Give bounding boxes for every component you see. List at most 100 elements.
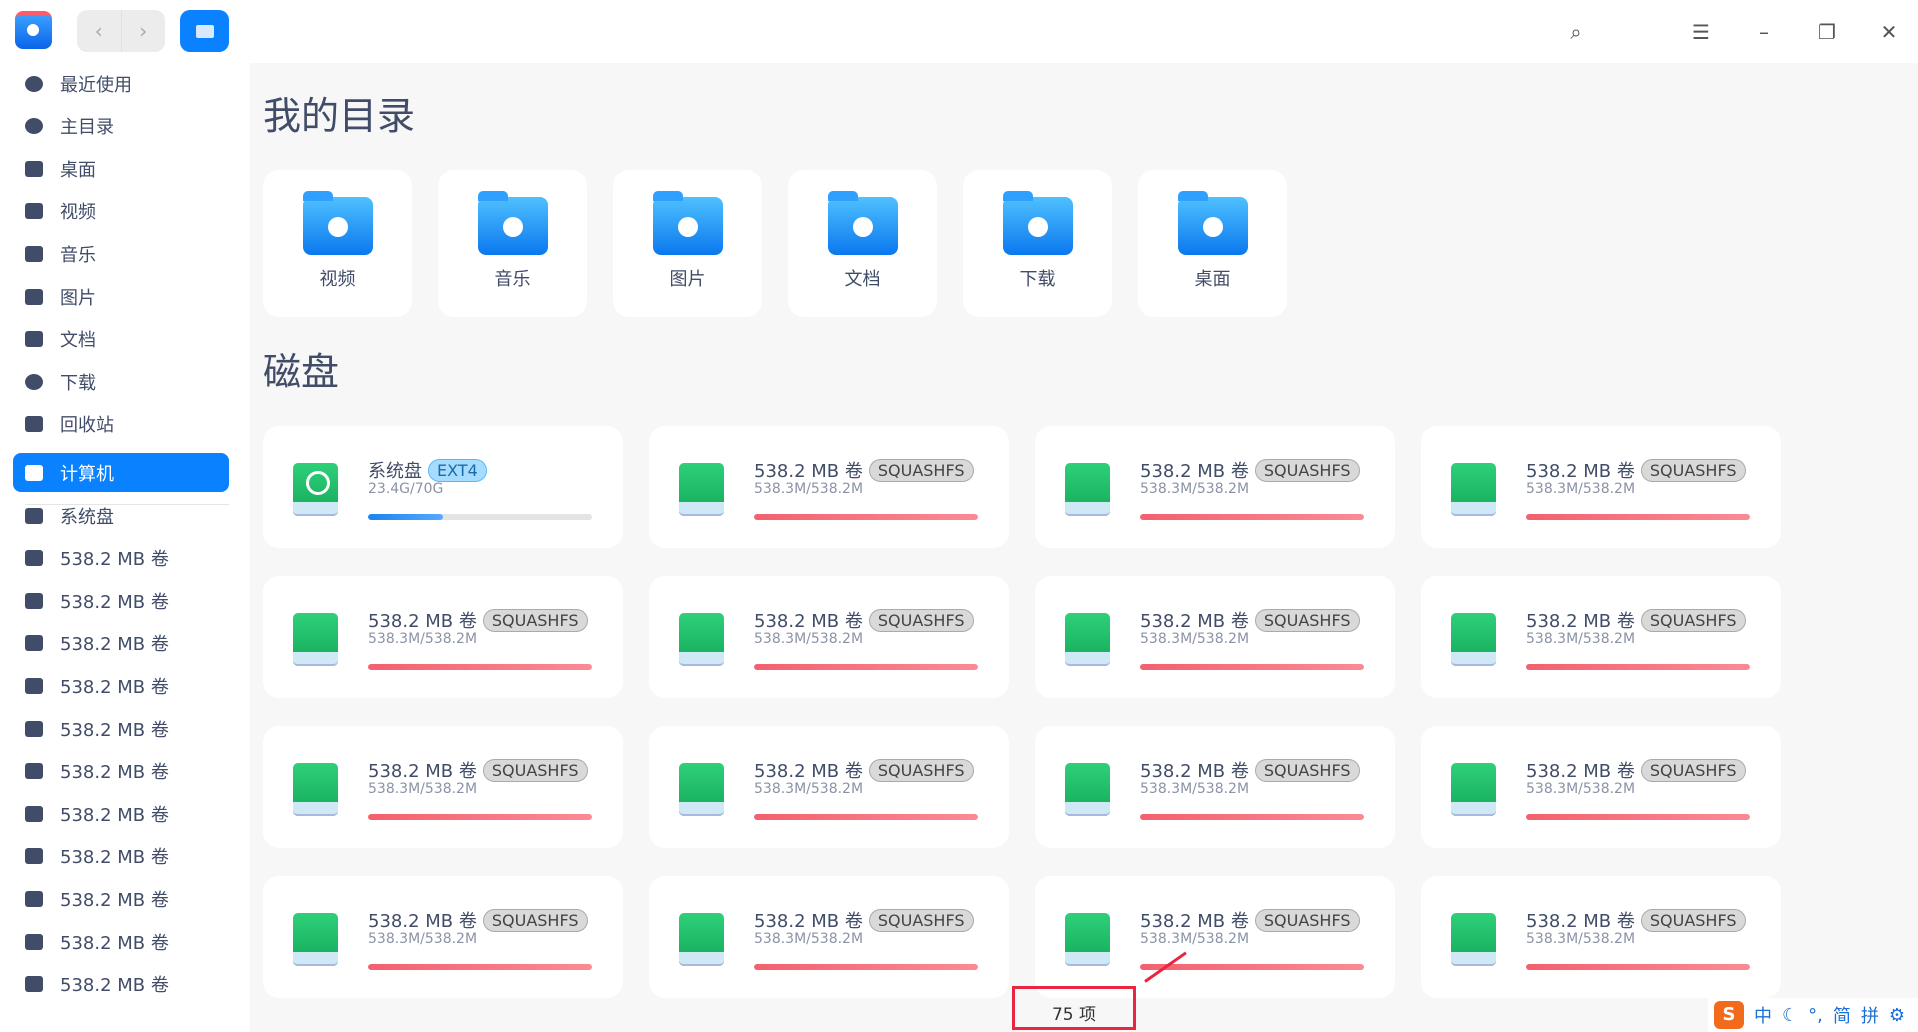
ime-item[interactable]: 简 <box>1833 1002 1851 1028</box>
disk-name: 系统盘 <box>368 461 422 482</box>
system-disk-icon <box>293 463 338 516</box>
disk-name: 538.2 MB 卷 <box>754 911 863 932</box>
disk-card[interactable]: 538.2 MB 卷 SQUASHFS 538.3M/538.2M <box>1421 726 1781 848</box>
sidebar-item[interactable]: 538.2 MB 卷 <box>13 666 229 705</box>
sidebar-item[interactable]: 主目录 <box>13 107 229 146</box>
sidebar-item[interactable]: 538.2 MB 卷 <box>13 581 229 620</box>
sidebar-item[interactable]: 回收站 <box>13 405 229 444</box>
sidebar-item[interactable]: 计算机 <box>13 453 229 492</box>
disk-icon <box>293 913 338 966</box>
disk-name: 538.2 MB 卷 <box>1140 911 1249 932</box>
disk-card[interactable]: 538.2 MB 卷 SQUASHFS 538.3M/538.2M <box>263 576 623 698</box>
ime-item[interactable]: 拼 <box>1861 1002 1879 1028</box>
disk-card[interactable]: 538.2 MB 卷 SQUASHFS 538.3M/538.2M <box>649 876 1009 998</box>
search-icon[interactable]: ⌕ <box>1558 14 1594 50</box>
sogou-logo-icon: S <box>1714 1001 1744 1029</box>
sidebar-item[interactable]: 538.2 MB 卷 <box>13 752 229 791</box>
sidebar-item[interactable]: 系统盘 <box>13 496 229 535</box>
sidebar-item[interactable]: 音乐 <box>13 234 229 273</box>
disk-icon <box>679 463 724 516</box>
disk-usage: 538.3M/538.2M <box>1526 481 1636 497</box>
filesystem-badge: SQUASHFS <box>482 758 588 782</box>
ime-item[interactable]: ⚙ <box>1889 1005 1905 1026</box>
disk-card[interactable]: 538.2 MB 卷 SQUASHFS 538.3M/538.2M <box>1035 726 1395 848</box>
disk-usage: 538.3M/538.2M <box>754 931 864 947</box>
folder-card[interactable]: 桌面 <box>1138 170 1287 317</box>
disk-card[interactable]: 538.2 MB 卷 SQUASHFS 538.3M/538.2M <box>649 426 1009 548</box>
folder-icon <box>303 191 373 255</box>
trash-icon <box>25 416 43 433</box>
filesystem-badge: SQUASHFS <box>1254 458 1360 482</box>
sidebar-item[interactable]: 下载 <box>13 362 229 401</box>
disk-card[interactable]: 538.2 MB 卷 SQUASHFS 538.3M/538.2M <box>1035 426 1395 548</box>
disk-name: 538.2 MB 卷 <box>368 911 477 932</box>
disk-card[interactable]: 538.2 MB 卷 SQUASHFS 538.3M/538.2M <box>1421 576 1781 698</box>
disk-usage: 538.3M/538.2M <box>1526 931 1636 947</box>
video-icon <box>25 203 43 220</box>
usage-bar <box>368 814 592 820</box>
disk-name-row: 538.2 MB 卷 SQUASHFS <box>368 907 588 933</box>
menu-icon[interactable]: ☰ <box>1683 14 1719 50</box>
disk-icon <box>293 763 338 816</box>
folder-card[interactable]: 图片 <box>613 170 762 317</box>
folder-card[interactable]: 下载 <box>963 170 1112 317</box>
folder-card[interactable]: 音乐 <box>438 170 587 317</box>
disk-card[interactable]: 538.2 MB 卷 SQUASHFS 538.3M/538.2M <box>263 726 623 848</box>
sidebar-item[interactable]: 文档 <box>13 320 229 359</box>
close-icon[interactable]: ✕ <box>1871 14 1907 50</box>
disk-name: 538.2 MB 卷 <box>754 761 863 782</box>
disk-card[interactable]: 538.2 MB 卷 SQUASHFS 538.3M/538.2M <box>1421 426 1781 548</box>
sidebar-item-label: 538.2 MB 卷 <box>60 889 169 911</box>
sidebar-item[interactable]: 538.2 MB 卷 <box>13 922 229 961</box>
sidebar-item[interactable]: 538.2 MB 卷 <box>13 965 229 1004</box>
disk-card[interactable]: 538.2 MB 卷 SQUASHFS 538.3M/538.2M <box>649 726 1009 848</box>
minimize-icon[interactable]: – <box>1746 14 1782 50</box>
ime-item[interactable]: °, <box>1808 1005 1823 1026</box>
usage-bar <box>1140 964 1364 970</box>
usage-bar <box>1526 964 1750 970</box>
disk-name: 538.2 MB 卷 <box>1526 911 1635 932</box>
download-icon <box>25 373 43 390</box>
disk-card[interactable]: 538.2 MB 卷 SQUASHFS 538.3M/538.2M <box>263 876 623 998</box>
sidebar-item[interactable]: 538.2 MB 卷 <box>13 794 229 833</box>
clock-icon <box>25 75 43 92</box>
ime-item[interactable]: ☾ <box>1782 1005 1798 1026</box>
sidebar-item[interactable]: 538.2 MB 卷 <box>13 539 229 578</box>
disk-card[interactable]: 538.2 MB 卷 SQUASHFS 538.3M/538.2M <box>1421 876 1781 998</box>
disk-icon <box>679 913 724 966</box>
disk-card[interactable]: 538.2 MB 卷 SQUASHFS 538.3M/538.2M <box>1035 576 1395 698</box>
disk-icon <box>679 763 724 816</box>
folder-label: 文档 <box>844 269 881 290</box>
sidebar-item[interactable]: 桌面 <box>13 149 229 188</box>
disk-name-row: 538.2 MB 卷 SQUASHFS <box>754 907 974 933</box>
disk-name: 538.2 MB 卷 <box>754 611 863 632</box>
usage-bar-fill <box>1526 814 1750 820</box>
sidebar-item[interactable]: 最近使用 <box>13 64 229 103</box>
folder-card[interactable]: 视频 <box>263 170 412 317</box>
sidebar-item[interactable]: 视频 <box>13 192 229 231</box>
sidebar-item-label: 538.2 MB 卷 <box>60 719 169 741</box>
usage-bar <box>754 964 978 970</box>
ime-item[interactable]: 中 <box>1754 1002 1772 1028</box>
disk-card[interactable]: 538.2 MB 卷 SQUASHFS 538.3M/538.2M <box>649 576 1009 698</box>
sidebar-item[interactable]: 538.2 MB 卷 <box>13 624 229 663</box>
sidebar-item-label: 538.2 MB 卷 <box>60 591 169 613</box>
computer-view-icon[interactable] <box>180 10 229 52</box>
disk-card[interactable]: 系统盘 EXT4 23.4G/70G <box>263 426 623 548</box>
sidebar-item[interactable]: 538.2 MB 卷 <box>13 837 229 876</box>
forward-icon[interactable]: › <box>122 10 166 52</box>
disk-icon <box>1451 613 1496 666</box>
sidebar-item[interactable]: 538.2 MB 卷 <box>13 709 229 748</box>
back-icon[interactable]: ‹ <box>77 10 122 52</box>
disk-card[interactable]: 538.2 MB 卷 SQUASHFS 538.3M/538.2M <box>1035 876 1395 998</box>
sidebar-item[interactable]: 538.2 MB 卷 <box>13 879 229 918</box>
filesystem-badge: SQUASHFS <box>482 908 588 932</box>
filesystem-badge: SQUASHFS <box>1640 458 1746 482</box>
system-disk-icon <box>25 507 43 524</box>
usage-bar-fill <box>754 814 978 820</box>
sidebar-item-label: 538.2 MB 卷 <box>60 932 169 954</box>
navigation-buttons: ‹ › <box>77 10 165 52</box>
maximize-icon[interactable]: ❐ <box>1809 14 1845 50</box>
sidebar-item[interactable]: 图片 <box>13 277 229 316</box>
folder-card[interactable]: 文档 <box>788 170 937 317</box>
